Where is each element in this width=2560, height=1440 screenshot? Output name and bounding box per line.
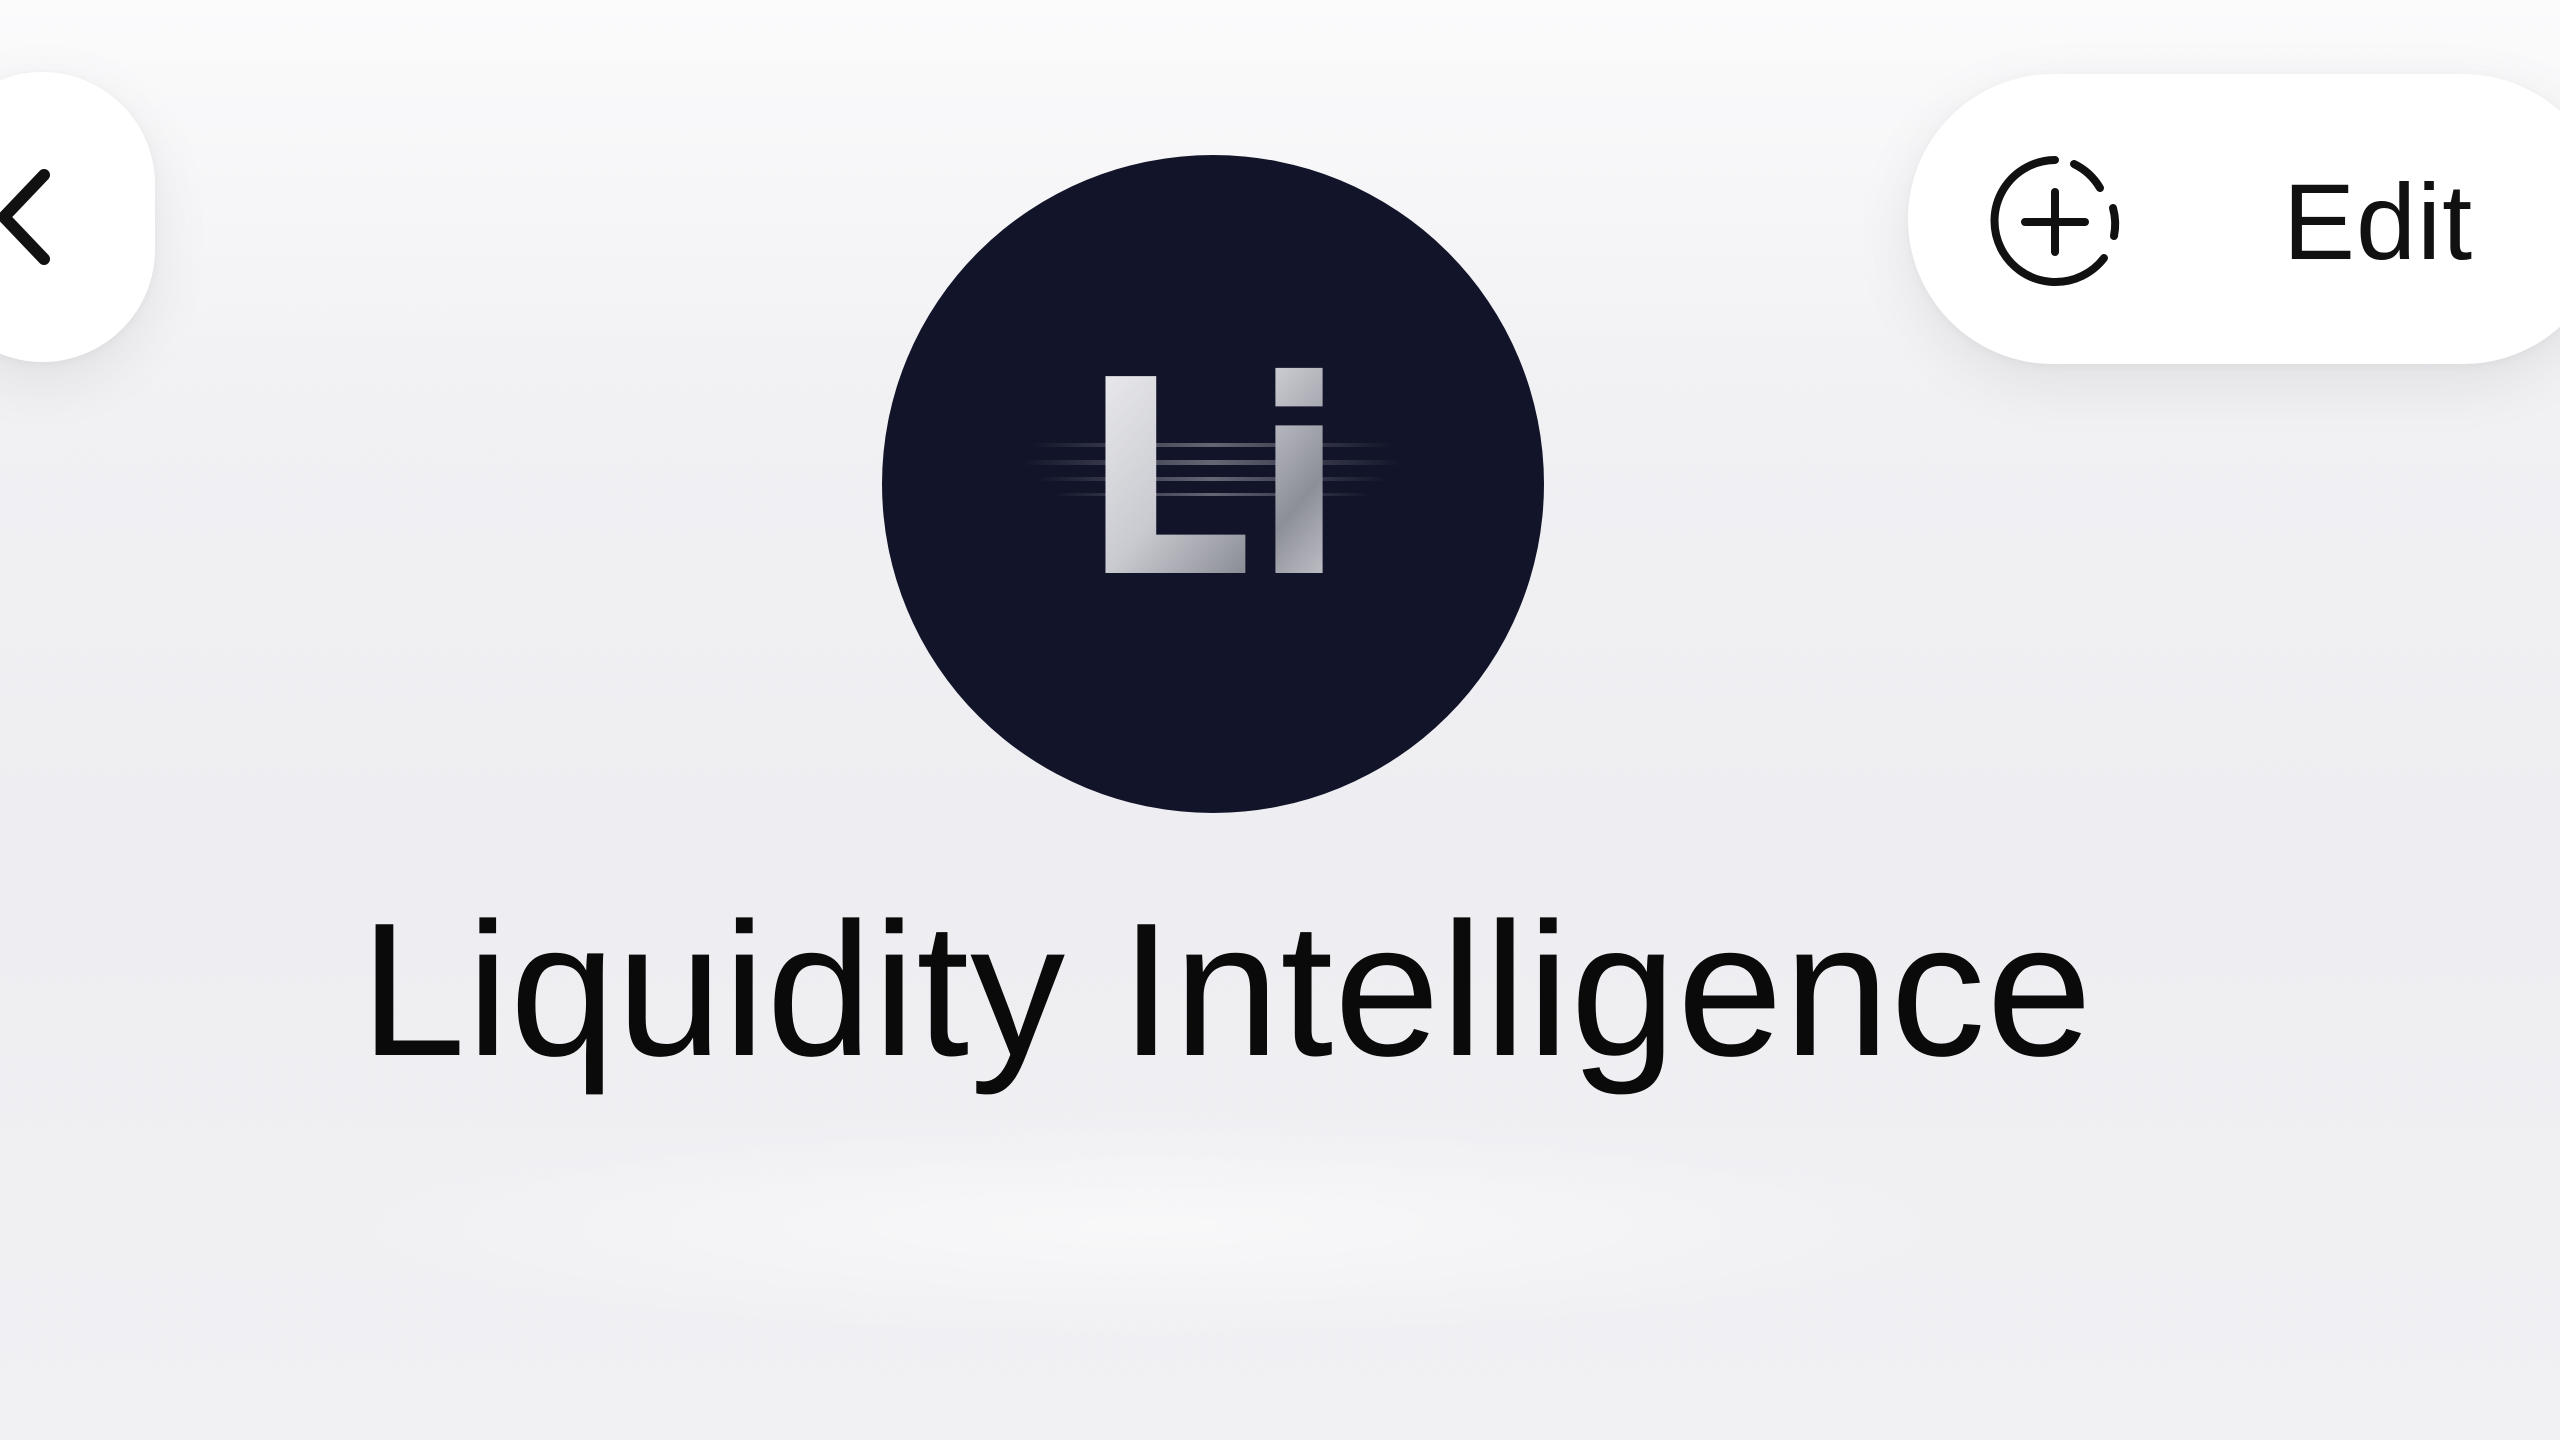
back-button[interactable] [0, 72, 155, 362]
chevron-left-icon [0, 167, 60, 267]
avatar-logo: Li [1022, 322, 1402, 637]
add-circle-dashed-icon[interactable] [1988, 154, 2123, 289]
contact-profile-screen: Edit Li Liquidity Intelligence [0, 0, 2560, 1440]
edit-button[interactable]: Edit [2283, 162, 2473, 282]
contact-name: Liquidity Intelligence [360, 884, 2094, 1096]
background-glow [300, 1110, 2000, 1340]
avatar[interactable]: Li [882, 155, 1544, 813]
avatar-initials: Li [1081, 322, 1346, 637]
edit-actions-pill: Edit [1908, 74, 2560, 364]
